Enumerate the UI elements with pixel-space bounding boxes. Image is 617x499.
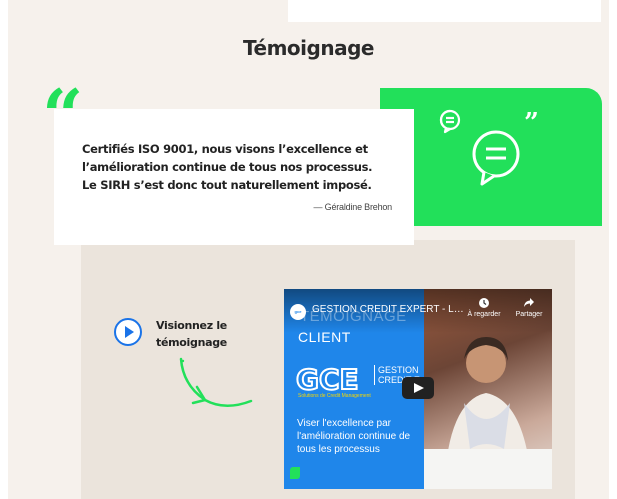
video-play-button[interactable] <box>402 377 434 399</box>
play-circle-icon[interactable] <box>113 317 143 352</box>
share-label: Partager <box>515 311 543 318</box>
chat-icon <box>438 108 462 139</box>
video-corner-logo <box>290 467 300 479</box>
watch-testimonial-label[interactable]: Visionnez le témoignage <box>156 317 246 351</box>
closing-quote-icon: ” <box>524 108 539 138</box>
quote-author: — Géraldine Brehon <box>313 202 393 212</box>
logo-subtitle: Solutions de Credit Management <box>298 393 371 399</box>
share-icon <box>524 298 534 307</box>
video-title[interactable]: GESTION CREDIT EXPERT - L'excellen... <box>312 304 464 315</box>
video-tagline: Viser l'excellence par l'amélioration co… <box>297 418 411 455</box>
channel-avatar[interactable]: gce <box>290 304 306 320</box>
gestion-line-1: GESTION <box>378 365 419 375</box>
svg-text:GCE: GCE <box>296 363 359 393</box>
curved-arrow-icon <box>175 355 255 420</box>
watch-later-button[interactable]: À regarder <box>464 297 504 318</box>
video-player[interactable]: TÉMOIGNAGE gce GESTION CREDIT EXPERT - L… <box>284 289 552 489</box>
top-card <box>288 0 601 22</box>
quote-card: Certifiés ISO 9001, nous visons l’excell… <box>54 109 414 245</box>
video-client-label: CLIENT <box>298 329 351 345</box>
opening-quote-icon: “ <box>42 73 84 158</box>
chat-large-icon <box>470 124 522 195</box>
share-button[interactable]: Partager <box>509 297 549 318</box>
clock-icon <box>479 298 489 308</box>
watch-later-label: À regarder <box>467 311 501 318</box>
section-title: Témoignage <box>243 36 374 60</box>
quote-text: Certifiés ISO 9001, nous visons l’excell… <box>82 142 373 192</box>
